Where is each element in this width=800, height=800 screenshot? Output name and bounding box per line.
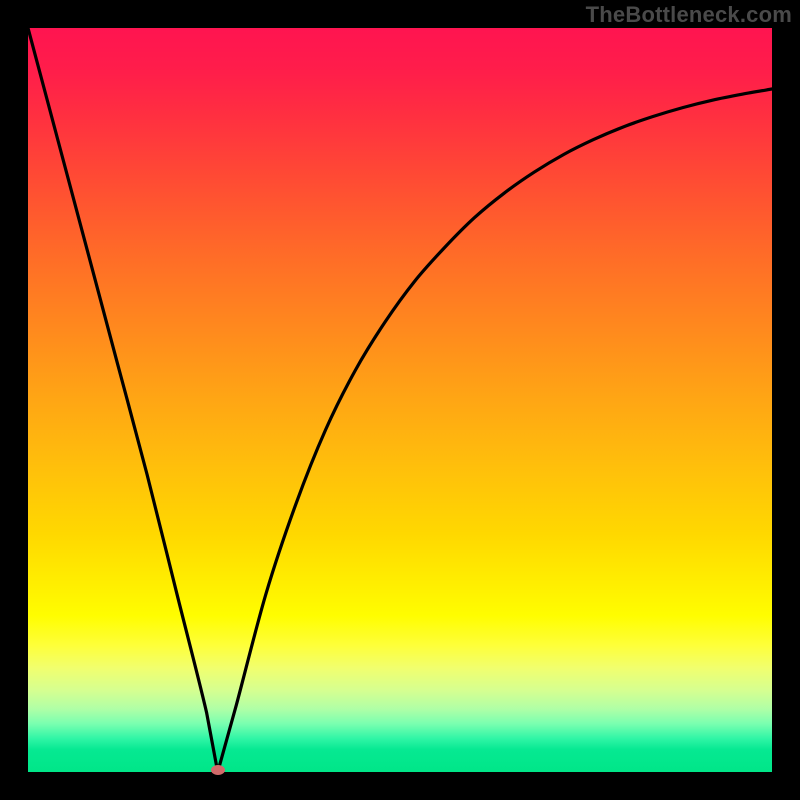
chart-area [28, 28, 772, 772]
chart-svg [28, 28, 772, 772]
vertex-marker [211, 765, 225, 775]
bottleneck-curve-path [28, 28, 772, 772]
watermark-text: TheBottleneck.com [586, 2, 792, 28]
